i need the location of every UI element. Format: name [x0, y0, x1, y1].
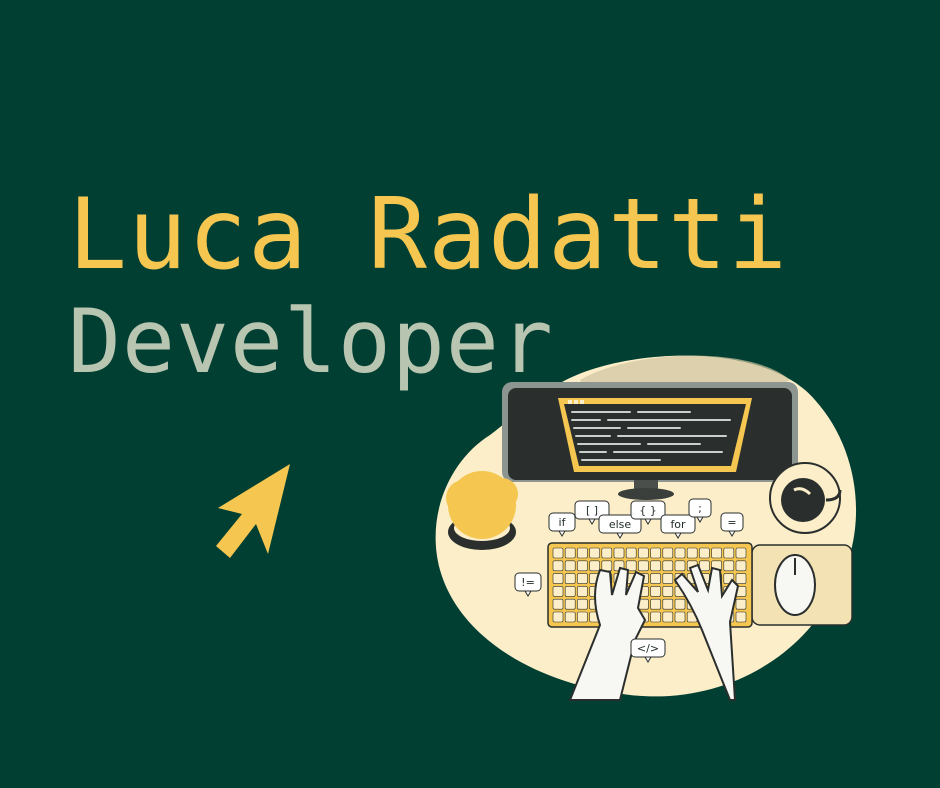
keyboard-key [552, 611, 564, 623]
code-chip-label: </> [637, 642, 659, 655]
cursor-arrow-icon [216, 464, 290, 558]
keyboard-key [735, 611, 747, 623]
keyboard-key [577, 547, 588, 559]
keyboard-key [662, 547, 674, 559]
keyboard-key [577, 598, 588, 610]
keyboard-key [735, 598, 747, 610]
keyboard-key [577, 573, 588, 584]
keyboard-key [674, 560, 686, 572]
keyboard-key [723, 547, 735, 559]
name-heading: Luca Radatti [68, 178, 789, 292]
keyboard-key [735, 547, 747, 559]
keyboard-key [650, 598, 661, 610]
keyboard-key [638, 560, 649, 572]
keyboard-key [674, 598, 686, 610]
keyboard-key [650, 611, 661, 623]
keyboard-key [564, 547, 576, 559]
mouse [751, 544, 853, 626]
code-chip-label: [ ] [586, 504, 598, 517]
keyboard-key [674, 547, 686, 559]
keyboard-key [650, 573, 661, 584]
keyboard-key [589, 560, 600, 572]
code-chip-label: = [727, 516, 736, 529]
keyboard-key [735, 573, 747, 584]
keyboard-key [723, 560, 735, 572]
code-chip-label: else [609, 518, 632, 531]
keyboard-key [552, 586, 564, 597]
keyboard-key [638, 547, 649, 559]
keyboard-key [674, 611, 686, 623]
keyboard-key [662, 611, 674, 623]
keyboard-key [577, 586, 588, 597]
plant [446, 471, 518, 550]
keyboard-key [577, 560, 588, 572]
keyboard-key [589, 547, 600, 559]
keyboard-key [564, 611, 576, 623]
keyboard-key [601, 560, 613, 572]
keyboard-key [564, 560, 576, 572]
code-chip-label: { } [639, 504, 657, 517]
keyboard-key [735, 560, 747, 572]
keyboard-key [699, 560, 710, 572]
keyboard-key [662, 586, 674, 597]
keyboard-key [711, 547, 722, 559]
keyboard-key [564, 573, 576, 584]
keyboard-key [564, 598, 576, 610]
keyboard-key [625, 547, 637, 559]
code-chip-label: for [670, 518, 686, 531]
keyboard-key [601, 547, 613, 559]
keyboard-key [552, 573, 564, 584]
keyboard-key [662, 598, 674, 610]
keyboard-key [650, 560, 661, 572]
code-chip-label: != [521, 576, 535, 589]
keyboard-key [552, 547, 564, 559]
keyboard-key [650, 586, 661, 597]
developer-desk-illustration: if [ ] else { } for; = != </> [435, 355, 857, 701]
keyboard-key [650, 547, 661, 559]
keyboard-key [577, 611, 588, 623]
code-chip-label: ; [698, 502, 702, 515]
keyboard-key [552, 560, 564, 572]
keyboard-key [564, 586, 576, 597]
code-chip-label: if [559, 516, 567, 529]
keyboard-key [662, 573, 674, 584]
keyboard-key [613, 547, 625, 559]
keyboard-key [686, 547, 698, 559]
keyboard-key [552, 598, 564, 610]
keyboard-key [662, 560, 674, 572]
keyboard-key [699, 547, 710, 559]
